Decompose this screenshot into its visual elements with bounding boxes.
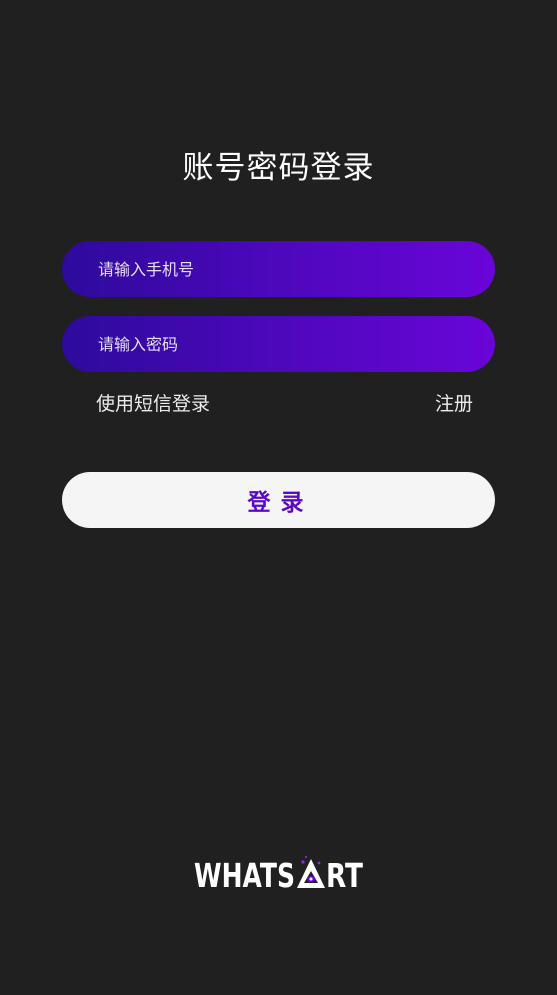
whatsart-logo: WHATS RT xyxy=(194,855,363,893)
password-field[interactable] xyxy=(62,316,495,372)
phone-input[interactable] xyxy=(96,258,475,280)
brand-logo: WHATS RT xyxy=(0,853,557,893)
svg-text:RT: RT xyxy=(326,856,363,893)
page-title: 账号密码登录 xyxy=(182,150,375,186)
svg-text:WHATS: WHATS xyxy=(194,856,295,893)
login-button[interactable]: 登录 xyxy=(62,472,495,528)
triangle-eye-icon xyxy=(296,855,325,888)
phone-field[interactable] xyxy=(62,241,495,297)
password-input[interactable] xyxy=(96,333,475,355)
sms-login-link[interactable]: 使用短信登录 xyxy=(96,391,210,417)
register-link[interactable]: 注册 xyxy=(435,391,473,417)
